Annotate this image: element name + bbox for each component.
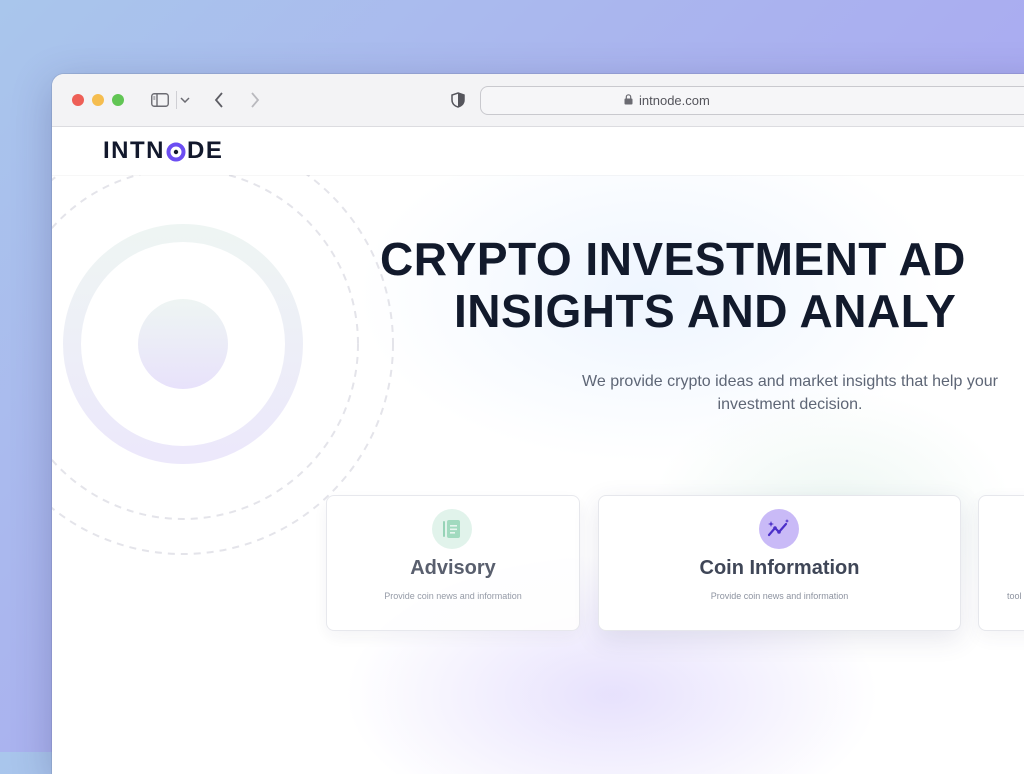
- card-description: tool: [1007, 591, 1022, 601]
- intnode-logo[interactable]: INTN DE: [103, 137, 224, 164]
- card-title: Advisory: [410, 557, 496, 579]
- url-text: intnode.com: [639, 93, 710, 108]
- zoom-window-button[interactable]: [112, 94, 124, 106]
- card-title: Coin Information: [699, 557, 860, 579]
- card-description: Provide coin news and information: [384, 591, 522, 601]
- toolbar-divider: [176, 91, 177, 109]
- logo-text-left: INTN: [103, 137, 165, 164]
- partial-service-card[interactable]: tool: [978, 495, 1024, 631]
- hero-headline: CRYPTO INVESTMENT AD INSIGHTS AND ANALY: [380, 233, 1024, 337]
- logo-o-mark-icon: [166, 141, 186, 162]
- close-window-button[interactable]: [72, 94, 84, 106]
- browser-window: intnode.com INTN DE CRYPTO INVESTMENT AD…: [52, 74, 1024, 774]
- hero-subtitle: We provide crypto ideas and market insig…: [582, 373, 998, 413]
- headline-line-1: CRYPTO INVESTMENT AD: [380, 233, 966, 285]
- logo-text-right: DE: [187, 137, 224, 164]
- browser-toolbar: intnode.com: [52, 74, 1024, 127]
- card-description: Provide coin news and information: [710, 591, 849, 601]
- chevron-down-icon[interactable]: [179, 90, 191, 110]
- forward-arrow-icon[interactable]: [248, 90, 262, 110]
- site-navbar: INTN DE: [52, 127, 1024, 175]
- address-bar[interactable]: intnode.com: [480, 86, 1024, 115]
- headline-line-2: INSIGHTS AND ANALY: [454, 285, 957, 337]
- webpage: INTN DE CRYPTO INVESTMENT AD INSIGHTS AN…: [52, 127, 1024, 774]
- minimize-window-button[interactable]: [92, 94, 104, 106]
- back-arrow-icon[interactable]: [212, 90, 226, 110]
- privacy-shield-icon[interactable]: [450, 90, 466, 110]
- coin-information-card[interactable]: Coin Information Provide coin news and i…: [598, 495, 961, 631]
- hero-section: CRYPTO INVESTMENT AD INSIGHTS AND ANALY …: [52, 165, 1024, 774]
- advisory-card[interactable]: Advisory Provide coin news and informati…: [326, 495, 580, 631]
- sidebar-toggle-icon[interactable]: [150, 90, 170, 110]
- chart-sparkle-icon: [759, 509, 799, 549]
- document-icon: [432, 509, 472, 549]
- lock-icon: [624, 93, 633, 108]
